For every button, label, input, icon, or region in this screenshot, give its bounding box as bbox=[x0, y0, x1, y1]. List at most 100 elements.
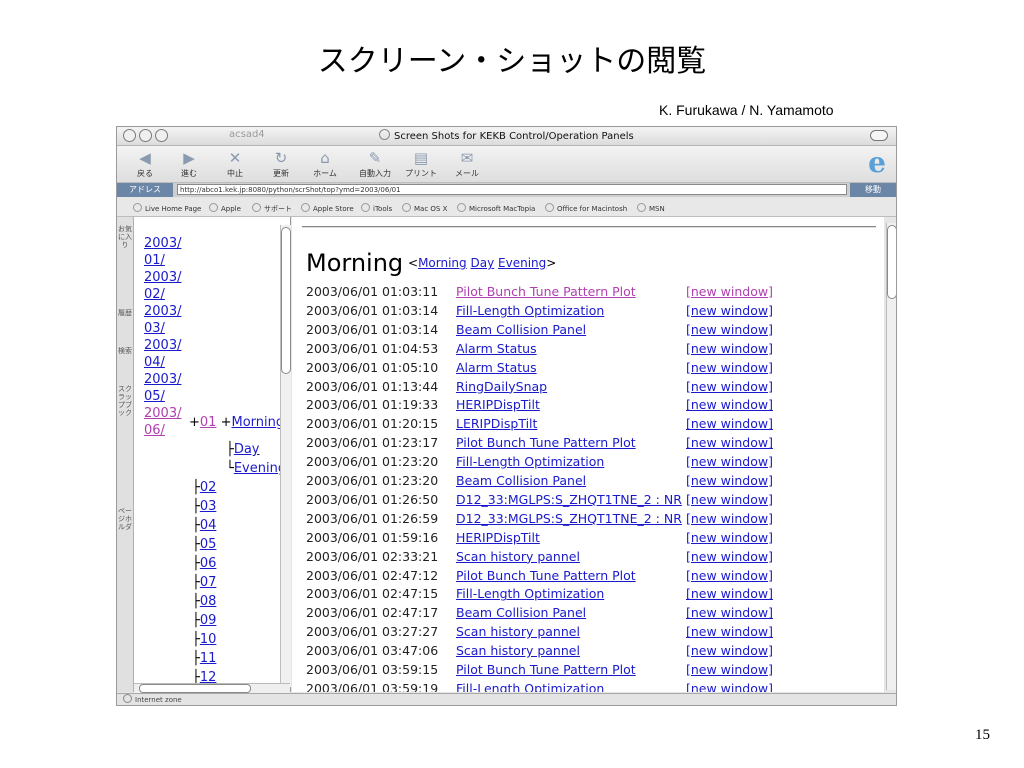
screenshot-title-link[interactable]: Beam Collision Panel bbox=[456, 603, 586, 622]
new-window-link[interactable]: [new window] bbox=[686, 490, 773, 509]
month-link-2003-03[interactable]: 2003/03/ bbox=[144, 303, 181, 337]
favorite-apple[interactable]: Apple bbox=[209, 203, 241, 213]
screenshot-title-link[interactable]: Alarm Status bbox=[456, 339, 537, 358]
favorite-microsoft-mactopia[interactable]: Microsoft MacTopia bbox=[457, 203, 535, 213]
month-link-2003-05[interactable]: 2003/05/ bbox=[144, 371, 181, 405]
screenshot-title-link[interactable]: Pilot Bunch Tune Pattern Plot bbox=[456, 660, 636, 679]
history-tab[interactable]: 履歴 bbox=[118, 309, 132, 317]
new-window-link[interactable]: [new window] bbox=[686, 679, 773, 692]
new-window-link[interactable]: [new window] bbox=[686, 452, 773, 471]
left-frame-horizontal-scroll-thumb[interactable] bbox=[139, 684, 251, 693]
month-link-2003-04[interactable]: 2003/04/ bbox=[144, 337, 181, 371]
toolbar-toggle-button[interactable] bbox=[870, 130, 888, 141]
screenshot-title-link[interactable]: Alarm Status bbox=[456, 358, 537, 377]
new-window-link[interactable]: [new window] bbox=[686, 377, 773, 396]
zoom-window-button[interactable] bbox=[155, 129, 168, 142]
favorite-apple-store[interactable]: Apple Store bbox=[301, 203, 354, 213]
month-year[interactable]: 2003/ bbox=[144, 270, 181, 285]
new-window-link[interactable]: [new window] bbox=[686, 547, 773, 566]
favorite-itools[interactable]: iTools bbox=[361, 203, 392, 213]
month-year[interactable]: 2003/ bbox=[144, 406, 181, 421]
left-frame-scroll-thumb[interactable] bbox=[281, 227, 291, 374]
favorite-live-home-page[interactable]: Live Home Page bbox=[133, 203, 201, 213]
screenshot-title-link[interactable]: Pilot Bunch Tune Pattern Plot bbox=[456, 566, 636, 585]
new-window-link[interactable]: [new window] bbox=[686, 528, 773, 547]
new-window-link[interactable]: [new window] bbox=[686, 641, 773, 660]
screenshot-title-link[interactable]: Beam Collision Panel bbox=[456, 320, 586, 339]
new-window-link[interactable]: [new window] bbox=[686, 301, 773, 320]
refresh-button[interactable]: ↻ 更新 bbox=[261, 149, 301, 179]
new-window-link[interactable]: [new window] bbox=[686, 339, 773, 358]
mail-button[interactable]: ✉ メール bbox=[447, 149, 487, 179]
scrapbook-tab[interactable]: スクラップブック bbox=[118, 385, 132, 417]
close-window-button[interactable] bbox=[123, 129, 136, 142]
new-window-link[interactable]: [new window] bbox=[686, 566, 773, 585]
screenshot-title-link[interactable]: HERIPDispTilt bbox=[456, 528, 540, 547]
day-link[interactable]: 03 bbox=[200, 499, 217, 514]
home-button[interactable]: ⌂ ホーム bbox=[305, 149, 345, 179]
month-year[interactable]: 2003/ bbox=[144, 338, 181, 353]
month-number[interactable]: 06/ bbox=[144, 423, 165, 438]
month-year[interactable]: 2003/ bbox=[144, 236, 181, 251]
screenshot-title-link[interactable]: Fill-Length Optimization bbox=[456, 584, 604, 603]
new-window-link[interactable]: [new window] bbox=[686, 282, 773, 301]
month-number[interactable]: 04/ bbox=[144, 355, 165, 370]
nav-link-morning[interactable]: Morning bbox=[418, 256, 467, 270]
day-link[interactable]: 04 bbox=[200, 518, 217, 533]
new-window-link[interactable]: [new window] bbox=[686, 603, 773, 622]
day-link[interactable]: 08 bbox=[200, 594, 217, 609]
nav-link-day[interactable]: Day bbox=[470, 256, 494, 270]
day-link-01[interactable]: 01 bbox=[200, 415, 217, 430]
favorites-tab[interactable]: お気に入り bbox=[118, 225, 132, 249]
page-holder-tab[interactable]: ページホルダ bbox=[118, 507, 132, 531]
screenshot-title-link[interactable]: Scan history pannel bbox=[456, 622, 580, 641]
month-number[interactable]: 02/ bbox=[144, 287, 165, 302]
screenshot-title-link[interactable]: Pilot Bunch Tune Pattern Plot bbox=[456, 433, 636, 452]
new-window-link[interactable]: [new window] bbox=[686, 395, 773, 414]
day-link[interactable]: 11 bbox=[200, 651, 217, 666]
screenshot-title-link[interactable]: RingDailySnap bbox=[456, 377, 547, 396]
screenshot-title-link[interactable]: Beam Collision Panel bbox=[456, 471, 586, 490]
month-link-2003-02[interactable]: 2003/02/ bbox=[144, 269, 181, 303]
nav-link-evening[interactable]: Evening bbox=[498, 256, 546, 270]
screenshot-title-link[interactable]: Fill-Length Optimization bbox=[456, 301, 604, 320]
back-button[interactable]: ◀ 戻る bbox=[125, 149, 165, 179]
day-link[interactable]: 05 bbox=[200, 537, 217, 552]
new-window-link[interactable]: [new window] bbox=[686, 433, 773, 452]
forward-button[interactable]: ▶ 進む bbox=[169, 149, 209, 179]
day-link[interactable]: 02 bbox=[200, 480, 217, 495]
autofill-button[interactable]: ✎ 自動入力 bbox=[355, 149, 395, 179]
day-link[interactable]: 07 bbox=[200, 575, 217, 590]
expand-toggle[interactable]: + bbox=[221, 415, 232, 430]
new-window-link[interactable]: [new window] bbox=[686, 660, 773, 679]
period-link-morning[interactable]: Morning bbox=[232, 415, 285, 430]
period-link-day[interactable]: Day bbox=[234, 442, 260, 457]
go-button[interactable]: 移動 bbox=[850, 183, 896, 197]
period-link-evening[interactable]: Evening bbox=[234, 461, 286, 476]
month-year[interactable]: 2003/ bbox=[144, 372, 181, 387]
new-window-link[interactable]: [new window] bbox=[686, 471, 773, 490]
month-number[interactable]: 01/ bbox=[144, 253, 165, 268]
stop-button[interactable]: ✕ 中止 bbox=[215, 149, 255, 179]
minimize-window-button[interactable] bbox=[139, 129, 152, 142]
screenshot-title-link[interactable]: Fill-Length Optimization bbox=[456, 452, 604, 471]
favorite-msn[interactable]: MSN bbox=[637, 203, 665, 213]
new-window-link[interactable]: [new window] bbox=[686, 584, 773, 603]
screenshot-title-link[interactable]: Fill-Length Optimization bbox=[456, 679, 604, 692]
favorite-mac-os-x[interactable]: Mac OS X bbox=[402, 203, 447, 213]
month-link-2003-01[interactable]: 2003/01/ bbox=[144, 235, 181, 269]
new-window-link[interactable]: [new window] bbox=[686, 358, 773, 377]
day-link[interactable]: 09 bbox=[200, 613, 217, 628]
day-link[interactable]: 10 bbox=[200, 632, 217, 647]
screenshot-title-link[interactable]: Scan history pannel bbox=[456, 641, 580, 660]
screenshot-title-link[interactable]: HERIPDispTilt bbox=[456, 395, 540, 414]
screenshot-title-link[interactable]: Scan history pannel bbox=[456, 547, 580, 566]
day-link[interactable]: 06 bbox=[200, 556, 217, 571]
favorite-office-for-macintosh[interactable]: Office for Macintosh bbox=[545, 203, 627, 213]
month-link-2003-06[interactable]: 2003/06/ bbox=[144, 405, 181, 439]
new-window-link[interactable]: [new window] bbox=[686, 320, 773, 339]
screenshot-title-link[interactable]: D12_33:MGLPS:S_ZHQT1TNE_2 : NR bbox=[456, 509, 682, 528]
screenshot-title-link[interactable]: LERIPDispTilt bbox=[456, 414, 537, 433]
search-tab[interactable]: 検索 bbox=[118, 347, 132, 355]
print-button[interactable]: ▤ プリント bbox=[401, 149, 441, 179]
